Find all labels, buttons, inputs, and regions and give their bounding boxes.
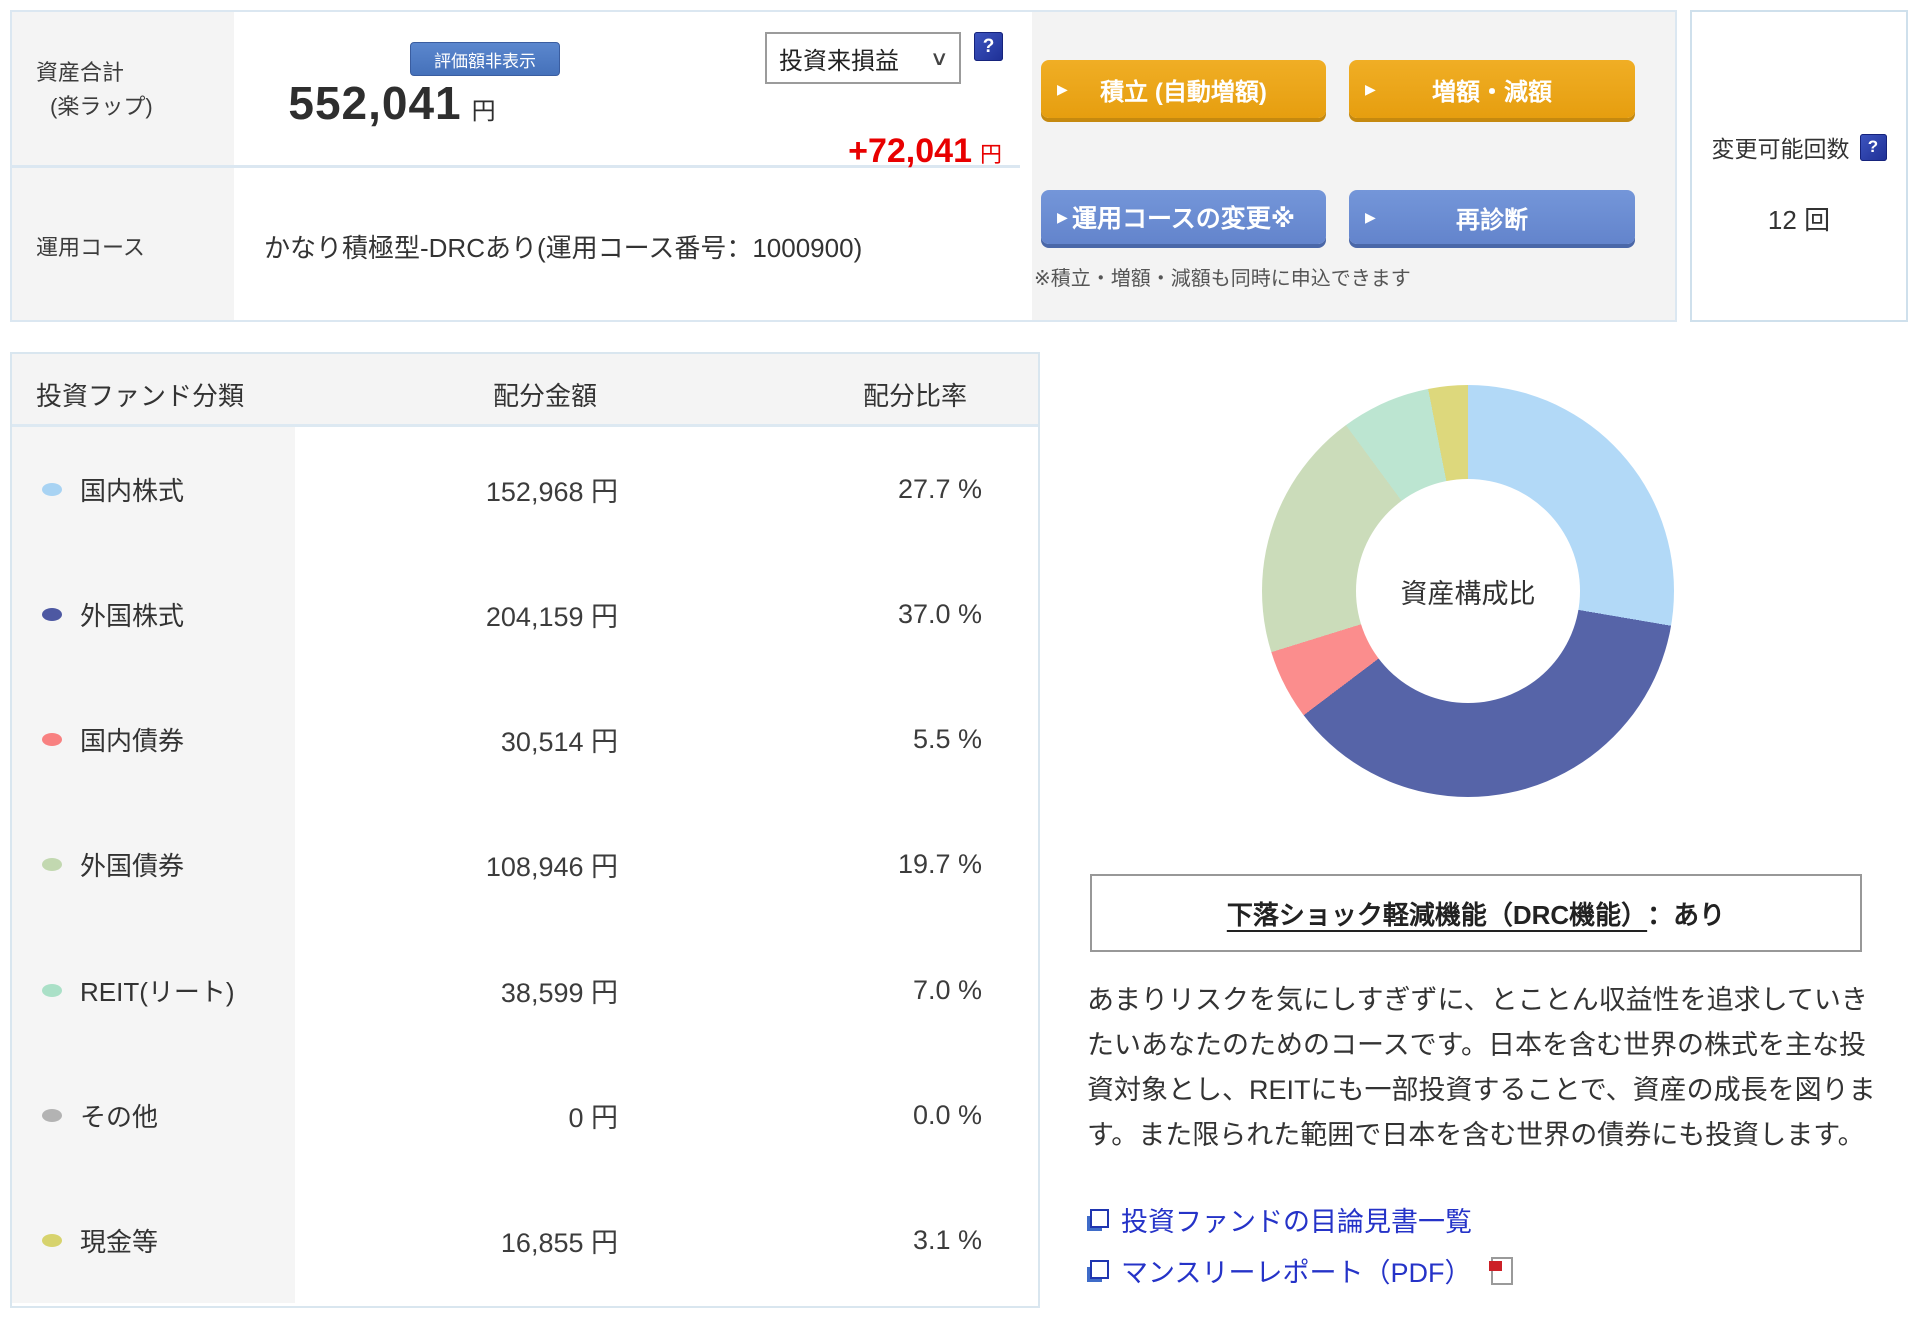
- category-color-dot: [42, 608, 62, 622]
- header-allocation-ratio: 配分比率: [862, 381, 967, 411]
- allocation-ratio: 0.0 %: [912, 1099, 982, 1130]
- allocation-amount: 16,855 円: [500, 1227, 618, 1258]
- fund-category-cell: その他: [12, 1052, 295, 1178]
- donut-center-label: 資産構成比: [1400, 578, 1536, 609]
- allocation-ratio: 7.0 %: [912, 974, 982, 1005]
- allocation-ratio: 19.7 %: [897, 849, 982, 880]
- profit-period-selected: 投資来損益: [779, 47, 899, 75]
- drc-feature-status: ：あり: [1647, 899, 1726, 930]
- fund-category-label: 外国株式: [80, 601, 185, 632]
- hide-valuation-button[interactable]: 評価額非表示: [410, 42, 560, 76]
- profit-period-select[interactable]: 投資来損益 ∨: [765, 32, 961, 84]
- allocation-ratio: 37.0 %: [897, 599, 982, 630]
- asset-total-value-wrap: 552,041 円: [202, 76, 582, 130]
- allocation-ratio: 3.1 %: [912, 1224, 982, 1255]
- fund-category-label: 国内債券: [80, 726, 185, 757]
- fund-category-cell: 国内債券: [12, 677, 295, 803]
- pdf-file-icon: [1489, 1256, 1514, 1285]
- rediagnosis-button[interactable]: 再診断: [1349, 190, 1635, 244]
- asset-total-label: 資産合計 (楽ラップ): [12, 12, 234, 165]
- donut-chart: 資産構成比: [1262, 385, 1674, 797]
- fund-category-label: REIT(リート): [80, 976, 235, 1007]
- table-row: 国内債券 30,514 円 5.5 %: [12, 677, 1038, 803]
- header-allocation-amount: 配分金額: [492, 381, 597, 411]
- profit-unit: 円: [979, 142, 1002, 167]
- allocation-amount: 30,514 円: [500, 727, 618, 758]
- chevron-down-icon: ∨: [930, 47, 950, 70]
- change-count-value: 12 回: [1767, 205, 1831, 235]
- profit-value-wrap: +72,041 円: [652, 132, 1002, 171]
- external-window-icon: [1087, 1208, 1109, 1231]
- category-color-dot: [42, 733, 62, 747]
- allocation-ratio: 5.5 %: [912, 724, 982, 755]
- category-color-dot: [42, 1233, 62, 1247]
- monthly-report-link[interactable]: マンスリーレポート（PDF）: [1087, 1251, 1514, 1290]
- table-row: 外国株式 204,159 円 37.0 %: [12, 552, 1038, 678]
- fund-category-cell: 現金等: [12, 1177, 295, 1303]
- fund-allocation-table: 投資ファンド分類 配分金額 配分比率 国内株式 152,968 円 27.7 % 外国…: [10, 352, 1040, 1308]
- prospectus-link[interactable]: 投資ファンドの目論見書一覧: [1087, 1200, 1513, 1239]
- external-window-icon: [1087, 1259, 1109, 1282]
- course-name: かなり積極型-DRCあり(運用コース番号：1000900): [264, 233, 863, 263]
- category-color-dot: [42, 483, 62, 497]
- fund-category-label: 現金等: [80, 1226, 159, 1257]
- fund-category-label: その他: [80, 1101, 159, 1132]
- drc-feature-title: 下落ショック軽減機能（DRC機能）: [1226, 899, 1648, 930]
- category-color-dot: [42, 983, 62, 997]
- drc-feature-box: 下落ショック軽減機能（DRC機能） ：あり: [1090, 874, 1862, 952]
- fund-category-cell: REIT(リート): [12, 927, 295, 1053]
- category-color-dot: [42, 858, 62, 872]
- allocation-amount: 108,946 円: [485, 852, 618, 883]
- change-count-help-icon[interactable]: ?: [1859, 133, 1887, 161]
- allocation-amount: 204,159 円: [485, 602, 618, 633]
- table-row: REIT(リート) 38,599 円 7.0 %: [12, 927, 1038, 1053]
- asset-total-value: 552,041: [288, 77, 462, 129]
- course-row-label: 運用コース: [12, 168, 234, 320]
- profit-help-icon[interactable]: ?: [974, 32, 1003, 61]
- fund-category-cell: 外国株式: [12, 552, 295, 678]
- table-row: 国内株式 152,968 円 27.7 %: [12, 427, 1038, 553]
- course-change-button[interactable]: 運用コースの変更※: [1041, 190, 1326, 244]
- allocation-table-body: 国内株式 152,968 円 27.7 % 外国株式 204,159 円 37.0 % 国内…: [12, 427, 1038, 1303]
- table-row: その他 0 円 0.0 %: [12, 1052, 1038, 1178]
- asset-summary-panel: 資産合計 (楽ラップ) 運用コース 評価額非表示 552,041 円 投資来損益 …: [10, 10, 1677, 322]
- monthly-report-link-label: マンスリーレポート（PDF）: [1121, 1258, 1472, 1288]
- fund-category-cell: 外国債券: [12, 802, 295, 928]
- action-buttons-panel: 積立 (自動増額) 増額・減額 運用コースの変更※ 再診断 ※積立・増額・減額も…: [1032, 12, 1675, 320]
- allocation-amount: 0 円: [568, 1102, 618, 1133]
- prospectus-link-label: 投資ファンドの目論見書一覧: [1121, 1207, 1472, 1237]
- header-fund-category: 投資ファンド分類: [36, 381, 245, 411]
- table-row: 外国債券 108,946 円 19.7 %: [12, 802, 1038, 928]
- allocation-ratio: 27.7 %: [897, 474, 982, 505]
- fund-category-label: 外国債券: [80, 851, 185, 882]
- change-count-label: 変更可能回数: [1711, 136, 1850, 162]
- allocation-amount: 152,968 円: [485, 477, 618, 508]
- document-links: 投資ファンドの目論見書一覧 マンスリーレポート（PDF）: [1087, 1200, 1514, 1290]
- table-row: 現金等 16,855 円 3.1 %: [12, 1177, 1038, 1303]
- allocation-amount: 38,599 円: [500, 977, 618, 1008]
- fund-category-label: 国内株式: [80, 476, 185, 507]
- donut-center-label-wrap: 資産構成比: [1356, 479, 1580, 703]
- simultaneous-apply-note: ※積立・増額・減額も同時に申込できます: [1034, 268, 1411, 290]
- asset-total-unit: 円: [471, 98, 496, 125]
- tsumitate-button[interactable]: 積立 (自動増額): [1041, 60, 1326, 118]
- change-count-box: 変更可能回数 ? 12 回: [1690, 10, 1908, 322]
- course-description: あまりリスクを気にしすぎずに、とことん収益性を追求していきたいあなたのためのコー…: [1087, 985, 1876, 1150]
- table-header: 投資ファンド分類 配分金額 配分比率: [12, 354, 1038, 427]
- zougaku-genngaku-button[interactable]: 増額・減額: [1349, 60, 1635, 118]
- profit-value: +72,041: [848, 132, 972, 170]
- fund-category-cell: 国内株式: [12, 427, 295, 553]
- category-color-dot: [42, 1108, 62, 1122]
